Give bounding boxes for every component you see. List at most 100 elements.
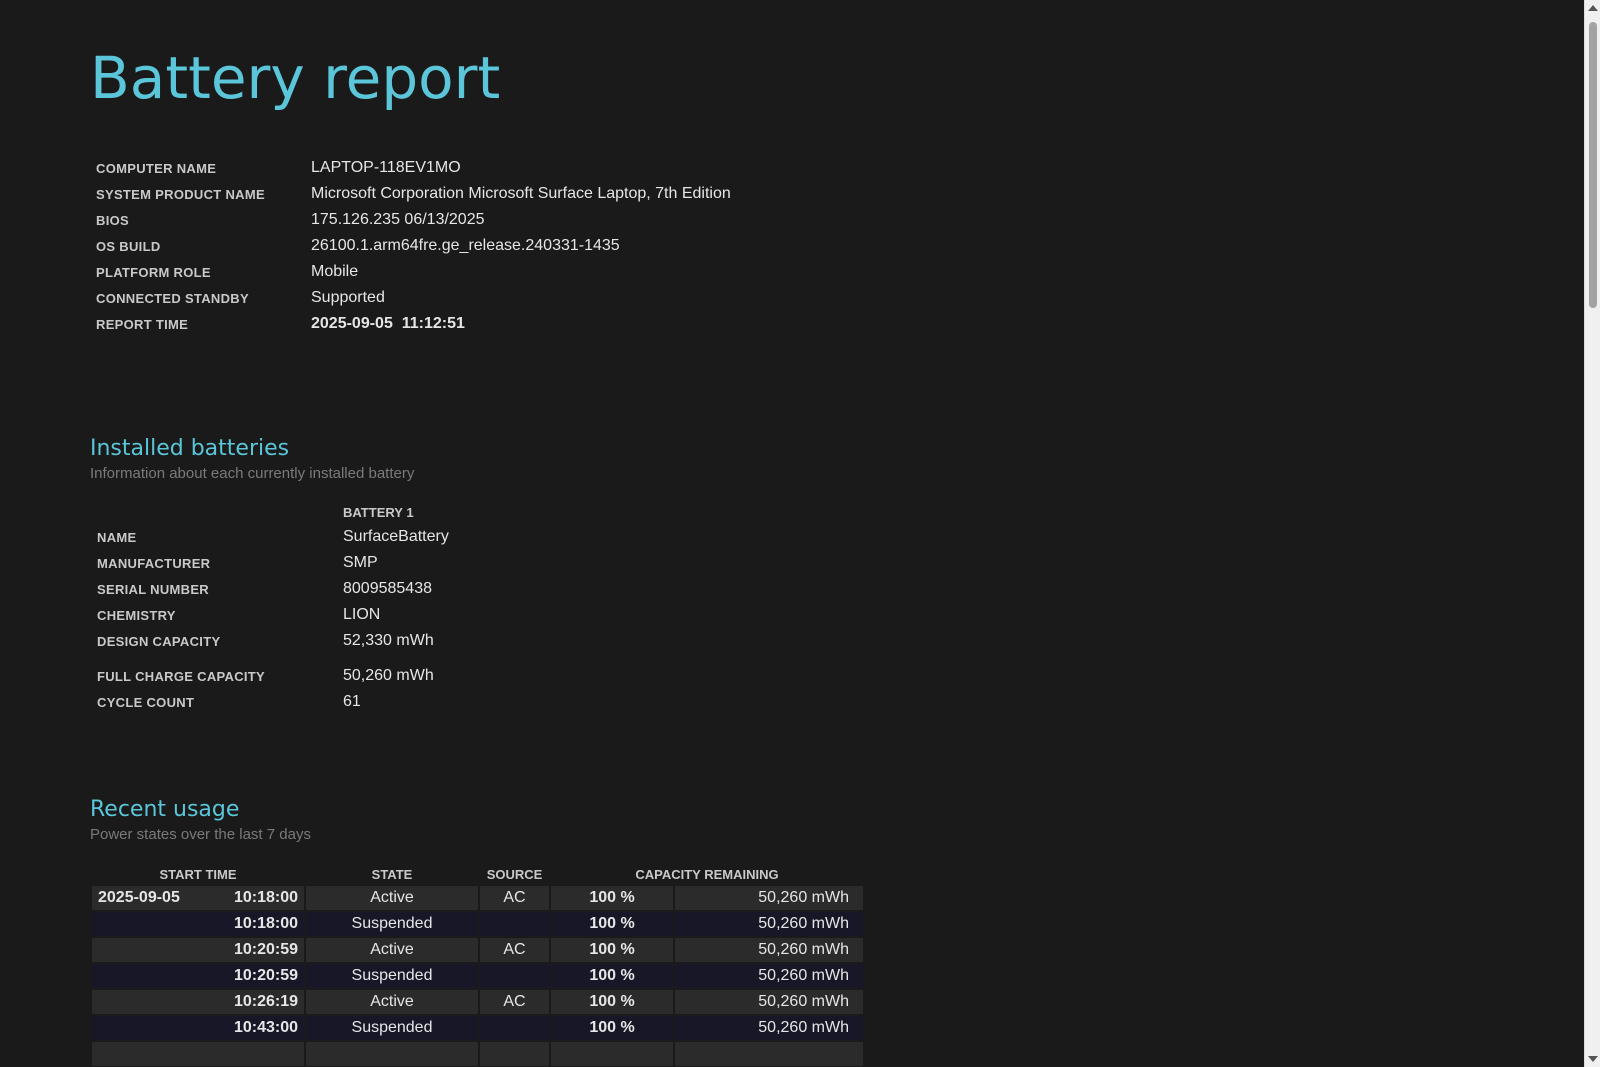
scroll-up-arrow-icon[interactable] [1588, 5, 1598, 11]
info-value: LAPTOP-118EV1MO [311, 159, 461, 176]
info-label: COMPUTER NAME [96, 160, 217, 176]
mwh-cell: 50,260 mWh [675, 912, 863, 936]
battery-label: MANUFACTURER [97, 555, 211, 571]
info-label: PLATFORM ROLE [96, 264, 211, 280]
scroll-down-arrow-icon[interactable] [1588, 1056, 1598, 1062]
battery-value: 61 [343, 693, 361, 710]
start-time-cell: 10:20:59 [92, 964, 304, 988]
start-time-header: START TIME [159, 866, 237, 882]
start-time-cell [92, 1042, 304, 1066]
source-cell [480, 1016, 549, 1040]
source-cell [480, 1042, 549, 1066]
installed-batteries-heading: Installed batteries [90, 436, 290, 461]
info-value: 26100.1.arm64fre.ge_release.240331-1435 [311, 237, 620, 254]
battery-row-manufacturer: MANUFACTURER SMP [91, 550, 455, 576]
capacity-remaining-header: CAPACITY REMAINING [635, 866, 779, 882]
table-row: 10:20:59 Suspended 100 % 50,260 mWh [92, 964, 863, 988]
info-label: REPORT TIME [96, 316, 189, 332]
info-row-bios: BIOS 175.126.235 06/13/2025 [90, 207, 737, 233]
row-time: 10:43:00 [233, 1019, 298, 1036]
battery-label: DESIGN CAPACITY [97, 633, 221, 649]
scrollbar-thumb[interactable] [1589, 22, 1597, 308]
battery-value: LION [343, 606, 381, 623]
source-cell [480, 912, 549, 936]
table-row: 10:18:00 Suspended 100 % 50,260 mWh [92, 912, 863, 936]
row-time: 10:20:59 [233, 941, 298, 958]
state-header: STATE [371, 866, 413, 882]
battery-value: SMP [343, 554, 378, 571]
battery-label: CHEMISTRY [97, 607, 176, 623]
mwh-cell: 50,260 mWh [675, 1016, 863, 1040]
row-date: 2025-09-05 [98, 889, 180, 906]
battery-label: FULL CHARGE CAPACITY [97, 668, 266, 684]
mwh-cell [675, 1042, 863, 1066]
row-time: 10:20:59 [233, 967, 298, 984]
source-header: SOURCE [486, 866, 543, 882]
state-cell [306, 1042, 478, 1066]
recent-usage-heading: Recent usage [90, 797, 240, 822]
table-row-partial [92, 1042, 863, 1066]
source-cell [480, 964, 549, 988]
percent-cell: 100 % [551, 964, 673, 988]
info-row-system-product-name: SYSTEM PRODUCT NAME Microsoft Corporation… [90, 181, 737, 207]
usage-header-row: START TIME STATE SOURCE CAPACITY REMAINI… [92, 864, 863, 884]
row-time: 10:18:00 [233, 889, 298, 906]
state-cell: Active [306, 990, 478, 1014]
battery-row-full-charge-capacity: FULL CHARGE CAPACITY 50,260 mWh [91, 654, 455, 689]
battery-label: NAME [97, 529, 137, 545]
info-value: 2025-09-05 11:12:51 [311, 315, 465, 332]
info-value: Microsoft Corporation Microsoft Surface … [311, 185, 731, 202]
battery-value: 50,260 mWh [343, 667, 434, 684]
start-time-cell: 10:43:00 [92, 1016, 304, 1040]
mwh-cell: 50,260 mWh [675, 990, 863, 1014]
page-title: Battery report [90, 44, 501, 112]
state-cell: Suspended [306, 1016, 478, 1040]
report-page: Battery report COMPUTER NAME LAPTOP-118EV… [0, 0, 1584, 1067]
table-row: 10:43:00 Suspended 100 % 50,260 mWh [92, 1016, 863, 1040]
percent-cell: 100 % [551, 990, 673, 1014]
info-label: OS BUILD [96, 238, 161, 254]
recent-usage-table: START TIME STATE SOURCE CAPACITY REMAINI… [90, 862, 865, 1067]
mwh-cell: 50,260 mWh [675, 886, 863, 910]
start-time-cell: 10:20:59 [92, 938, 304, 962]
percent-cell: 100 % [551, 938, 673, 962]
info-label: SYSTEM PRODUCT NAME [96, 186, 265, 202]
state-cell: Active [306, 938, 478, 962]
source-cell: AC [480, 938, 549, 962]
table-row: 2025-09-05 10:18:00 Active AC 100 % 50,26… [92, 886, 863, 910]
percent-cell: 100 % [551, 1016, 673, 1040]
vertical-scrollbar[interactable] [1584, 0, 1600, 1067]
row-time: 10:26:19 [233, 993, 298, 1010]
table-row: 10:20:59 Active AC 100 % 50,260 mWh [92, 938, 863, 962]
table-row: 10:26:19 Active AC 100 % 50,260 mWh [92, 990, 863, 1014]
state-cell: Suspended [306, 964, 478, 988]
source-cell: AC [480, 990, 549, 1014]
mwh-cell: 50,260 mWh [675, 964, 863, 988]
info-label: CONNECTED STANDBY [96, 290, 249, 306]
battery-value: SurfaceBattery [343, 528, 449, 545]
info-value: Mobile [311, 263, 359, 280]
start-time-cell: 2025-09-05 10:18:00 [92, 886, 304, 910]
info-row-os-build: OS BUILD 26100.1.arm64fre.ge_release.2403… [90, 233, 737, 259]
info-row-report-time: REPORT TIME 2025-09-05 11:12:51 [90, 311, 737, 337]
percent-cell: 100 % [551, 912, 673, 936]
percent-cell: 100 % [551, 886, 673, 910]
battery-row-name: NAME SurfaceBattery [91, 524, 455, 550]
start-time-cell: 10:26:19 [92, 990, 304, 1014]
battery-row-design-capacity: DESIGN CAPACITY 52,330 mWh [91, 628, 455, 654]
recent-usage-subtitle: Power states over the last 7 days [90, 826, 311, 843]
installed-batteries-subtitle: Information about each currently install… [90, 465, 415, 482]
source-cell: AC [480, 886, 549, 910]
info-row-connected-standby: CONNECTED STANDBY Supported [90, 285, 737, 311]
info-label: BIOS [96, 212, 129, 228]
state-cell: Active [306, 886, 478, 910]
info-value: Supported [311, 289, 385, 306]
battery-label: CYCLE COUNT [97, 694, 195, 710]
info-value: 175.126.235 06/13/2025 [311, 211, 485, 228]
system-info-table: COMPUTER NAME LAPTOP-118EV1MO SYSTEM PROD… [90, 155, 737, 337]
battery-label: SERIAL NUMBER [97, 581, 210, 597]
start-time-cell: 10:18:00 [92, 912, 304, 936]
battery-row-chemistry: CHEMISTRY LION [91, 602, 455, 628]
row-time: 10:18:00 [233, 915, 298, 932]
mwh-cell: 50,260 mWh [675, 938, 863, 962]
